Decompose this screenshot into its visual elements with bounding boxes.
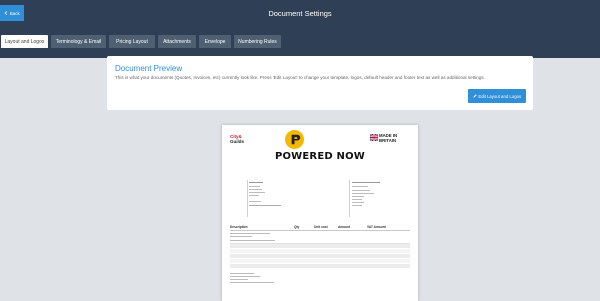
preview-description: This is what your documents (Quotes, Inv… <box>115 75 485 80</box>
balance-row <box>230 264 410 268</box>
tab-envelope[interactable]: Envelope <box>199 35 231 48</box>
client-address-line <box>249 205 281 206</box>
company-address-line <box>352 199 362 200</box>
made-in-britain-line2: BRITAIN <box>379 137 397 143</box>
powered-now-logo-icon <box>285 130 304 149</box>
company-address-line <box>352 205 362 206</box>
preview-title: Document Preview <box>115 64 183 73</box>
tab-label: Pricing Layout <box>116 38 148 45</box>
company-divider <box>349 180 350 217</box>
tab-pricing-layout[interactable]: Pricing Layout <box>109 35 155 48</box>
subtotal-row <box>230 244 410 248</box>
payment-details-line <box>230 273 254 274</box>
table-header-unit-cost: Unit cost <box>314 225 328 229</box>
city-guilds-logo: City& Guilds <box>230 134 245 144</box>
union-jack-icon <box>370 134 378 141</box>
document-preview-card: Document Preview This is what your docum… <box>107 56 533 110</box>
document-preview: City& Guilds POWERED NOW MADE IN BRITAIN… <box>222 125 418 301</box>
table-header-description: Description <box>230 225 248 229</box>
client-address-line <box>249 189 262 190</box>
made-in-britain-logo: MADE IN BRITAIN <box>379 133 397 143</box>
table-header-qty: Qty <box>294 225 300 229</box>
tab-label: Terminology & Email <box>55 38 102 45</box>
edit-layout-label: Edit Layout and Logos <box>478 93 522 99</box>
discount-row <box>230 249 410 253</box>
company-address-line <box>352 196 364 197</box>
table-row <box>230 240 275 241</box>
company-address-line <box>352 182 380 184</box>
payment-details-line <box>230 282 274 283</box>
company-address-line <box>352 190 370 191</box>
client-address-line <box>249 195 259 196</box>
tab-label: Attachments <box>163 38 191 45</box>
powered-now-wordmark: POWERED NOW <box>274 151 366 162</box>
table-row <box>230 233 270 234</box>
city-guilds-line2: Guilds <box>230 138 245 144</box>
table-header-divider <box>230 230 410 231</box>
client-address-line <box>249 192 265 193</box>
tab-label: Numbering Rules <box>238 38 277 45</box>
client-address-line <box>249 201 261 202</box>
top-bar: Back Document Settings Layout and Logos … <box>0 0 600 58</box>
table-header-vat-amount: VAT Amount <box>367 225 386 229</box>
total-row <box>230 259 410 263</box>
company-address-line <box>352 193 374 194</box>
table-header-amount: Amount <box>338 225 351 229</box>
pencil-icon <box>473 94 477 98</box>
tab-numbering-rules[interactable]: Numbering Rules <box>234 35 281 48</box>
company-address-line <box>352 186 368 187</box>
address-divider <box>247 180 248 217</box>
client-address-line <box>249 182 263 184</box>
tab-attachments[interactable]: Attachments <box>158 35 196 48</box>
payment-details-line <box>230 276 260 277</box>
table-row <box>230 236 252 237</box>
company-address-line <box>352 202 364 203</box>
client-address-line <box>249 186 260 187</box>
tab-label: Envelope <box>204 38 226 45</box>
tab-layout-and-logos[interactable]: Layout and Logos <box>1 35 48 48</box>
tab-terminology-email[interactable]: Terminology & Email <box>51 35 106 48</box>
vat-row <box>230 254 410 258</box>
tab-label: Layout and Logos <box>4 38 45 45</box>
edit-layout-button[interactable]: Edit Layout and Logos <box>468 89 526 103</box>
payment-details-line <box>230 279 248 280</box>
page-title: Document Settings <box>268 9 332 18</box>
